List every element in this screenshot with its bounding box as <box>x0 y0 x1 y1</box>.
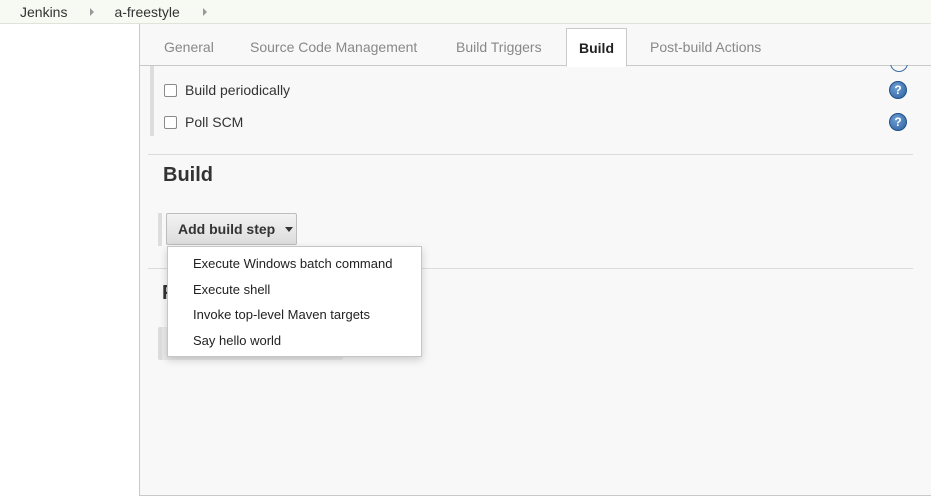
tab-build-triggers[interactable]: Build Triggers <box>444 28 554 66</box>
build-periodically-checkbox[interactable] <box>164 83 177 97</box>
add-build-step-label: Add build step <box>178 221 276 237</box>
tab-post-build-actions[interactable]: Post-build Actions <box>638 28 773 66</box>
config-tab-bar: General Source Code Management Build Tri… <box>140 24 931 67</box>
tab-general[interactable]: General <box>152 28 226 66</box>
menu-item-execute-windows-batch-command[interactable]: Execute Windows batch command <box>168 251 421 277</box>
trigger-build-periodically: Build periodically <box>164 82 290 98</box>
caret-down-icon <box>285 226 294 232</box>
menu-item-invoke-maven-targets[interactable]: Invoke top-level Maven targets <box>168 302 421 328</box>
section-indent-bar <box>150 66 154 136</box>
breadcrumb-item-jenkins[interactable]: Jenkins <box>0 4 67 20</box>
chevron-right-icon[interactable] <box>202 7 207 16</box>
poll-scm-checkbox[interactable] <box>164 115 177 129</box>
build-periodically-label: Build periodically <box>185 82 291 98</box>
tab-build[interactable]: Build <box>566 28 627 67</box>
tab-source-code-management[interactable]: Source Code Management <box>238 28 429 66</box>
breadcrumb-item-job[interactable]: a-freestyle <box>94 4 179 20</box>
help-icon[interactable]: ? <box>889 113 907 131</box>
build-section-title: Build <box>163 164 213 186</box>
menu-item-say-hello-world[interactable]: Say hello world <box>168 328 421 354</box>
section-divider <box>148 154 913 155</box>
poll-scm-label: Poll SCM <box>185 114 244 130</box>
breadcrumb: Jenkins a-freestyle <box>0 0 931 24</box>
add-build-step-menu: Execute Windows batch command Execute sh… <box>167 246 422 357</box>
build-step-indent-bar <box>158 213 162 246</box>
add-build-step-button[interactable]: Add build step <box>166 213 297 245</box>
menu-item-execute-shell[interactable]: Execute shell <box>168 277 421 303</box>
help-icon[interactable]: ? <box>889 81 907 99</box>
trigger-poll-scm: Poll SCM <box>164 114 243 130</box>
